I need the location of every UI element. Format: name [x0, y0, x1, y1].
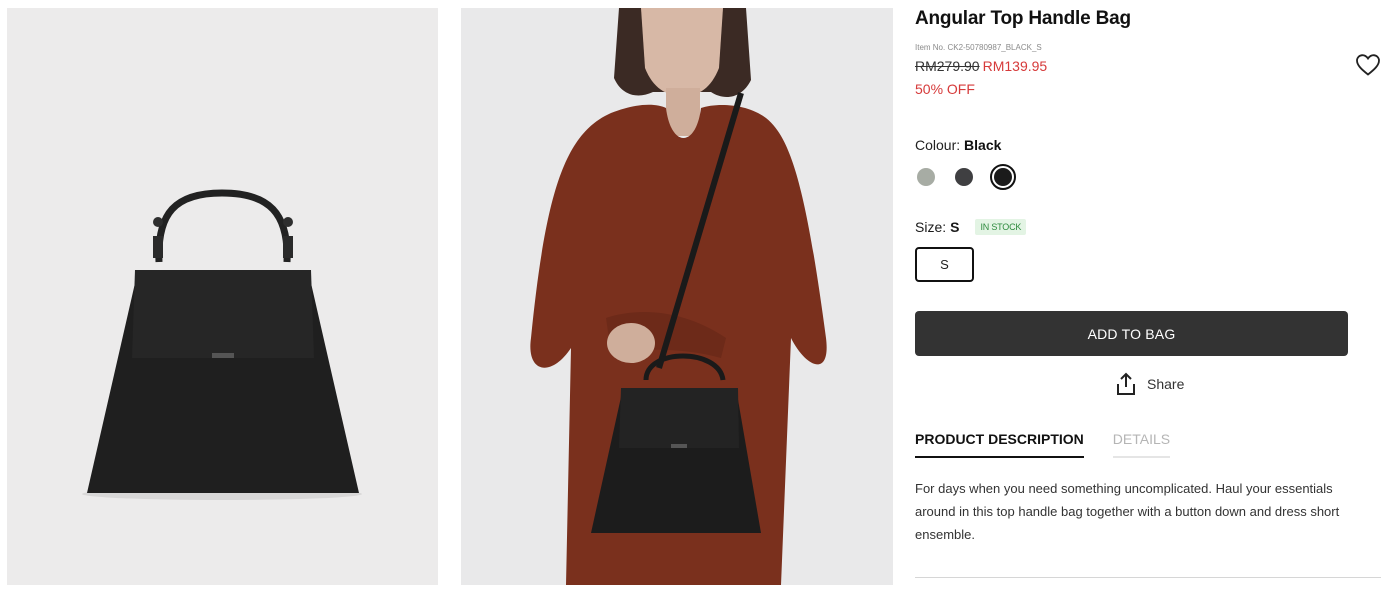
product-image-main[interactable]: [7, 8, 438, 585]
size-selected: S: [950, 219, 960, 235]
info-tabs: PRODUCT DESCRIPTION DETAILS: [915, 431, 1199, 458]
product-description: For days when you need something uncompl…: [915, 481, 1340, 542]
divider: [915, 577, 1381, 578]
swatch-sage[interactable]: [915, 166, 937, 188]
add-to-bag-button[interactable]: ADD TO BAG: [915, 311, 1348, 356]
size-option-s[interactable]: S: [915, 247, 974, 282]
swatch-dot: [955, 168, 973, 186]
product-info-panel: Angular Top Handle Bag Item No. CK2-5078…: [915, 0, 1381, 595]
model-photo: [461, 8, 893, 585]
colour-swatches: [915, 164, 1032, 190]
price-row: RM279.90 RM139.95: [915, 58, 1047, 74]
swatch-dark-grey[interactable]: [953, 166, 975, 188]
tab-product-description[interactable]: PRODUCT DESCRIPTION: [915, 431, 1084, 458]
colour-label: Colour: Black: [915, 137, 1001, 153]
colour-selected: Black: [964, 137, 1002, 153]
heart-icon[interactable]: [1355, 53, 1381, 77]
bag-photo: [7, 8, 438, 585]
colour-label-text: Colour:: [915, 137, 961, 153]
swatch-dot: [994, 168, 1012, 186]
tab-details[interactable]: DETAILS: [1112, 431, 1171, 458]
sale-price: RM139.95: [982, 58, 1048, 74]
original-price: RM279.90: [915, 58, 980, 74]
size-label: Size:: [915, 219, 947, 235]
discount-label: 50% OFF: [915, 81, 975, 97]
swatch-black[interactable]: [990, 164, 1016, 190]
size-row: Size: S IN STOCK: [915, 219, 1027, 235]
product-title: Angular Top Handle Bag: [915, 8, 1131, 29]
stock-badge: IN STOCK: [975, 219, 1027, 235]
share-button[interactable]: Share: [1115, 372, 1184, 396]
swatch-dot: [917, 168, 935, 186]
item-number: Item No. CK2-50780987_BLACK_S: [915, 43, 1042, 52]
share-icon: [1117, 372, 1135, 395]
product-image-model[interactable]: [461, 8, 893, 585]
share-label: Share: [1147, 376, 1185, 392]
